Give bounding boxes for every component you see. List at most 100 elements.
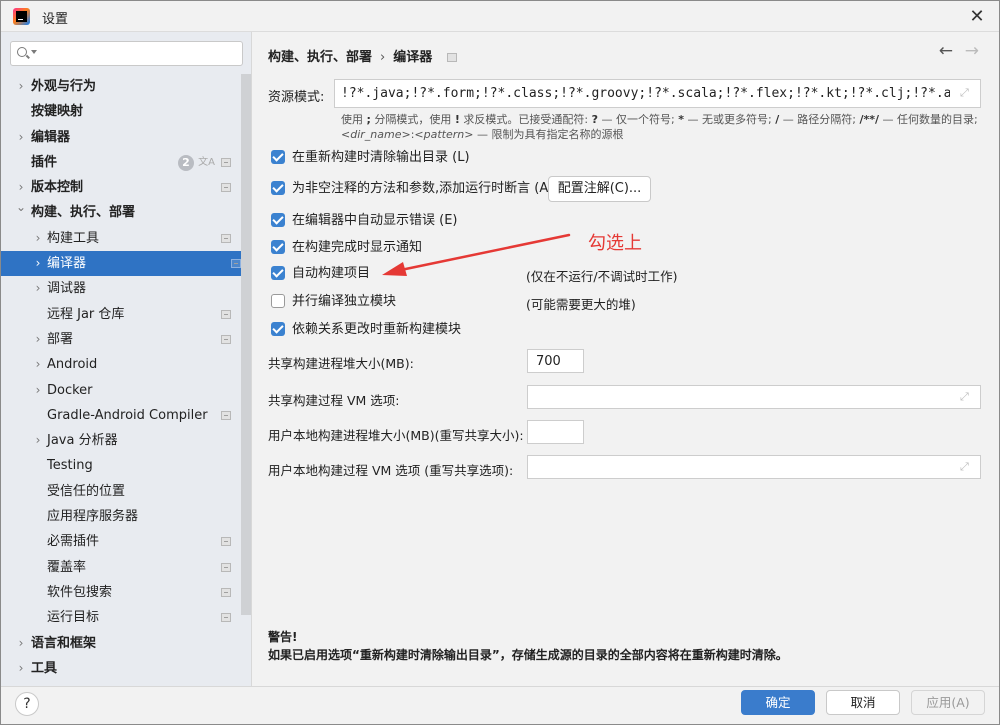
sidebar-item[interactable]: 运行目标 [1, 605, 241, 630]
resource-patterns-hint: 使用 ; 分隔模式，使用 ! 求反模式。已接受通配符: ? — 仅一个符号; *… [341, 112, 978, 142]
sidebar-item[interactable]: 软件包搜索 [1, 580, 241, 605]
compiler-settings-panel: 构建、执行、部署 › 编译器 ← → 资源模式: ⤢ 使用 ; 分隔模式，使用 ! … [253, 32, 999, 686]
checkbox-label: 依赖关系更改时重新构建模块 [292, 322, 462, 337]
project-scope-icon [221, 410, 231, 420]
chevron-right-icon[interactable]: › [33, 226, 43, 251]
checkbox-unchecked[interactable] [271, 294, 285, 308]
sidebar-item[interactable]: 远程 Jar 仓库 [1, 302, 241, 327]
sidebar-item-label: 插件 [31, 154, 58, 170]
sidebar-item[interactable]: 插件 2 文A [1, 150, 241, 175]
project-scope-icon [221, 613, 231, 623]
option-note: (仅在不运行/不调试时工作) [526, 269, 678, 284]
local-vm-options-input[interactable] [527, 455, 981, 479]
project-scope-icon [446, 53, 457, 62]
chevron-right-icon[interactable]: › [16, 631, 26, 656]
sidebar-item[interactable]: › 编辑器 [1, 125, 241, 150]
sidebar-item-label: 运行目标 [47, 610, 100, 626]
breadcrumb-item-compiler: 编译器 [393, 50, 433, 65]
sidebar-item[interactable]: › 构建工具 [1, 226, 241, 251]
dialog-footer: ? 确定 取消 应用(A) [1, 686, 999, 724]
chevron-right-icon[interactable]: › [33, 276, 43, 301]
checkbox-checked[interactable] [271, 322, 285, 336]
checkbox-label: 在重新构建时清除输出目录 (L) [292, 150, 470, 165]
settings-search[interactable] [10, 41, 243, 66]
sidebar-item[interactable]: › 调试器 [1, 276, 241, 301]
search-history-dropdown-icon[interactable] [31, 50, 37, 54]
checkbox-checked[interactable] [271, 266, 285, 280]
sidebar-item-label: 必需插件 [47, 534, 100, 550]
sidebar-item[interactable]: Gradle-Android Compiler [1, 403, 241, 428]
shared-vm-options-input[interactable] [527, 385, 981, 409]
warning-message: 警告! 如果已启用选项“重新构建时清除输出目录”，存储生成源的目录的全部内容将在… [268, 628, 788, 664]
chevron-down-icon[interactable]: ⌄ [16, 195, 26, 220]
sidebar-item-label: Testing [47, 458, 93, 474]
sidebar-item-label: 软件包搜索 [47, 584, 113, 600]
checkbox-checked[interactable] [271, 150, 285, 164]
local-heap-size-label: 用户本地构建进程堆大小(MB)(重写共享大小): [268, 428, 524, 443]
checkbox-checked[interactable] [271, 181, 285, 195]
chevron-right-icon[interactable]: › [16, 656, 26, 681]
ok-button[interactable]: 确定 [741, 690, 815, 715]
sidebar-item-label: 外观与行为 [31, 79, 97, 94]
cancel-button[interactable]: 取消 [826, 690, 900, 715]
forward-arrow-icon[interactable]: → [965, 41, 979, 61]
chevron-right-icon[interactable]: › [33, 251, 43, 276]
chevron-right-icon[interactable]: › [33, 327, 43, 352]
settings-search-input[interactable] [39, 44, 239, 63]
sidebar-item-label: 调试器 [47, 281, 87, 297]
sidebar-item-label: Java 分析器 [47, 433, 118, 449]
sidebar-item[interactable]: › Android [1, 352, 241, 377]
annotation-text: 勾选上 [588, 233, 642, 254]
sidebar-item[interactable]: › 部署 [1, 327, 241, 352]
sidebar-item[interactable]: › 版本控制 [1, 175, 241, 200]
sidebar-item-label: Docker [47, 382, 93, 398]
checkbox-checked[interactable] [271, 213, 285, 227]
sidebar-item[interactable]: › Java 分析器 [1, 428, 241, 453]
sidebar-scrollbar-thumb[interactable] [241, 74, 251, 615]
sidebar-item[interactable]: › 编译器 [1, 251, 251, 277]
window-title: 设置 [42, 12, 69, 27]
configure-annotations-button[interactable]: 配置注解(C)... [548, 176, 651, 202]
shared-heap-size-input[interactable] [527, 349, 584, 373]
apply-button[interactable]: 应用(A) [911, 690, 985, 715]
title-bar: 设置 ✕ [1, 1, 999, 32]
sidebar-item[interactable]: 必需插件 [1, 529, 241, 554]
sidebar-item[interactable]: 覆盖率 [1, 555, 241, 580]
project-scope-icon [221, 537, 231, 547]
sidebar-item-label: 工具 [31, 660, 58, 676]
help-button[interactable]: ? [15, 692, 39, 716]
back-arrow-icon[interactable]: ← [939, 41, 953, 61]
sidebar-item[interactable]: › 工具 [1, 656, 241, 681]
local-vm-options-label: 用户本地构建过程 VM 选项 (重写共享选项): [268, 463, 514, 478]
sidebar-item[interactable]: 应用程序服务器 [1, 504, 241, 529]
checkbox-checked[interactable] [271, 240, 285, 254]
breadcrumb-separator: › [380, 50, 386, 65]
sidebar-item[interactable]: Testing [1, 453, 241, 478]
chevron-right-icon[interactable]: › [33, 378, 43, 403]
warning-title: 警告! [268, 630, 298, 644]
sidebar-item[interactable]: ⌄ 构建、执行、部署 [1, 200, 241, 225]
help-badge-icon[interactable]: 2 [178, 154, 194, 171]
sidebar-item-label: 覆盖率 [47, 559, 87, 575]
chevron-right-icon[interactable]: › [16, 125, 26, 150]
shared-vm-options-label: 共享构建过程 VM 选项: [268, 393, 400, 408]
expand-icon[interactable]: ⤢ [960, 391, 970, 402]
sidebar-item-label: 构建、执行、部署 [31, 205, 136, 221]
expand-icon[interactable]: ⤢ [960, 87, 970, 98]
chevron-right-icon[interactable]: › [33, 428, 43, 453]
sidebar-item-label: 构建工具 [47, 230, 100, 246]
local-heap-size-input[interactable] [527, 420, 584, 444]
sidebar-item[interactable]: › Docker [1, 378, 241, 403]
sidebar-item[interactable]: 受信任的位置 [1, 479, 241, 504]
sidebar-item[interactable]: › 语言和框架 [1, 631, 241, 656]
sidebar-item[interactable]: 按键映射 [1, 99, 241, 124]
expand-icon[interactable]: ⤢ [960, 461, 970, 472]
chevron-right-icon[interactable]: › [33, 352, 43, 377]
breadcrumb-item-build[interactable]: 构建、执行、部署 [268, 50, 372, 65]
resource-patterns-input[interactable] [334, 79, 981, 108]
translate-icon[interactable]: 文A [198, 150, 215, 175]
chevron-right-icon[interactable]: › [16, 74, 26, 99]
close-icon[interactable]: ✕ [965, 5, 989, 29]
sidebar-item-label: Gradle-Android Compiler [47, 407, 208, 423]
sidebar-item[interactable]: › 外观与行为 [1, 74, 241, 99]
